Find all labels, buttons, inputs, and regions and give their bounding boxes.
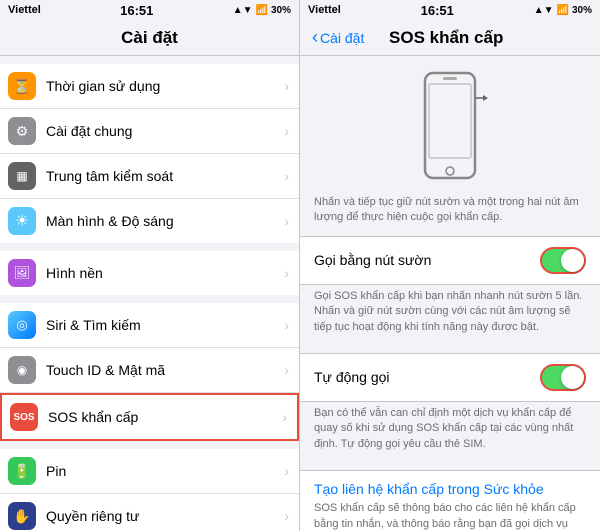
toggle-section-2: Tự động gọi <box>300 353 600 402</box>
toggle-row-1: Gọi bằng nút sườn <box>300 237 600 284</box>
carrier-left: Viettel <box>8 4 41 16</box>
battery-right: 30% <box>572 5 592 16</box>
item-wallpaper[interactable]: 🖼 Hình nền › <box>0 251 299 295</box>
section-gap-right-2 <box>300 462 600 470</box>
toggle-row-2: Tự động gọi <box>300 354 600 401</box>
control-center-icon: ▦ <box>8 162 36 190</box>
section-gap-4 <box>0 441 299 449</box>
item-privacy[interactable]: ✋ Quyền riêng tư › <box>0 494 299 531</box>
pin-icon: 🔋 <box>8 457 36 485</box>
right-page-title: SOS khẩn cấp <box>364 28 528 48</box>
right-panel: Viettel 16:51 ▲▼ 📶 30% ‹ Cài đặt SOS khẩ… <box>299 0 600 531</box>
battery-left: 30% <box>271 5 291 16</box>
toggle-section-1: Gọi bằng nút sườn <box>300 236 600 285</box>
toggle1-switch[interactable] <box>540 247 586 274</box>
carrier-right: Viettel <box>308 4 341 16</box>
chevron-icon: › <box>284 362 289 378</box>
section-1: ⏳ Thời gian sử dụng › ⚙ Cài đặt chung › … <box>0 64 299 243</box>
right-icons-right: ▲▼ 📶 30% <box>534 5 592 16</box>
display-icon: ☀ <box>8 207 36 235</box>
toggle2-desc: Bạn có thể vẫn can chỉ định một dịch vụ … <box>300 402 600 462</box>
chevron-icon: › <box>284 265 289 281</box>
left-panel: Viettel 16:51 ▲▼ 📶 30% Cài đặt ⏳ Thời gi… <box>0 0 299 531</box>
back-button[interactable]: ‹ Cài đặt <box>312 27 364 48</box>
section-gap-1 <box>0 56 299 64</box>
item-screen-time[interactable]: ⏳ Thời gian sử dụng › <box>0 64 299 109</box>
nav-bar-left: Cài đặt <box>0 20 299 56</box>
display-label: Màn hình & Độ sáng <box>46 213 284 229</box>
pin-label: Pin <box>46 463 284 479</box>
left-nav-title: Cài đặt <box>121 28 178 48</box>
item-touchid[interactable]: ◉ Touch ID & Mật mã › <box>0 348 299 393</box>
toggle2-switch[interactable] <box>540 364 586 391</box>
toggle1-desc: Gọi SOS khẩn cấp khi bạn nhấn nhanh nút … <box>300 285 600 345</box>
section-4: 🔋 Pin › ✋ Quyền riêng tư › <box>0 449 299 531</box>
touchid-icon: ◉ <box>8 356 36 384</box>
health-link-desc: SOS khẩn cấp sẽ thông báo cho các liên h… <box>314 501 586 531</box>
back-label: Cài đặt <box>320 30 364 46</box>
right-icons-left: ▲▼ 📶 30% <box>233 5 291 16</box>
health-link-title[interactable]: Tạo liên hệ khẩn cấp trong Sức khỏe <box>314 481 586 497</box>
item-control-center[interactable]: ▦ Trung tâm kiểm soát › <box>0 154 299 199</box>
control-center-label: Trung tâm kiểm soát <box>46 168 284 184</box>
status-bar-left: Viettel 16:51 ▲▼ 📶 30% <box>0 0 299 20</box>
time-left: 16:51 <box>120 3 153 18</box>
siri-icon: ◎ <box>8 311 36 339</box>
chevron-icon: › <box>284 78 289 94</box>
wifi-icon-right: 📶 <box>557 5 569 16</box>
chevron-icon: › <box>282 409 287 425</box>
siri-label: Siri & Tìm kiếm <box>46 317 284 333</box>
general-icon: ⚙ <box>8 117 36 145</box>
chevron-icon: › <box>284 317 289 333</box>
sos-icon: SOS <box>10 403 38 431</box>
phone-illustration <box>300 56 600 191</box>
general-label: Cài đặt chung <box>46 123 284 139</box>
item-display[interactable]: ☀ Màn hình & Độ sáng › <box>0 199 299 243</box>
signal-icon-right: ▲▼ <box>534 5 554 16</box>
wallpaper-label: Hình nền <box>46 265 284 281</box>
signal-icon: ▲▼ <box>233 5 253 16</box>
item-sos[interactable]: SOS SOS khẩn cấp › <box>0 393 299 441</box>
screen-time-icon: ⏳ <box>8 72 36 100</box>
wallpaper-icon: 🖼 <box>8 259 36 287</box>
chevron-icon: › <box>284 463 289 479</box>
toggle2-label: Tự động gọi <box>314 369 540 385</box>
time-right: 16:51 <box>421 3 454 18</box>
chevron-icon: › <box>284 508 289 524</box>
sos-label: SOS khẩn cấp <box>48 409 282 425</box>
section-2: 🖼 Hình nền › <box>0 251 299 295</box>
section-gap-2 <box>0 243 299 251</box>
health-link-section[interactable]: Tạo liên hệ khẩn cấp trong Sức khỏe SOS … <box>300 470 600 531</box>
chevron-icon: › <box>284 213 289 229</box>
privacy-label: Quyền riêng tư <box>46 508 284 524</box>
section-gap-right-1 <box>300 345 600 353</box>
nav-bar-right: ‹ Cài đặt SOS khẩn cấp <box>300 20 600 56</box>
toggle1-label: Gọi bằng nút sườn <box>314 252 540 268</box>
item-siri[interactable]: ◎ Siri & Tìm kiếm › <box>0 303 299 348</box>
settings-list: ⏳ Thời gian sử dụng › ⚙ Cài đặt chung › … <box>0 56 299 531</box>
right-content: Nhấn và tiếp tục giữ nút sườn và một tro… <box>300 56 600 531</box>
privacy-icon: ✋ <box>8 502 36 530</box>
section-3: ◎ Siri & Tìm kiếm › ◉ Touch ID & Mật mã … <box>0 303 299 441</box>
touchid-label: Touch ID & Mật mã <box>46 362 284 378</box>
chevron-icon: › <box>284 123 289 139</box>
wifi-icon: 📶 <box>256 5 268 16</box>
item-general[interactable]: ⚙ Cài đặt chung › <box>0 109 299 154</box>
item-pin[interactable]: 🔋 Pin › <box>0 449 299 494</box>
status-bar-right: Viettel 16:51 ▲▼ 📶 30% <box>300 0 600 20</box>
phone-svg <box>410 68 490 183</box>
phone-description: Nhấn và tiếp tục giữ nút sườn và một tro… <box>300 191 600 236</box>
screen-time-label: Thời gian sử dụng <box>46 78 284 94</box>
chevron-icon: › <box>284 168 289 184</box>
section-gap-3 <box>0 295 299 303</box>
back-chevron-icon: ‹ <box>312 27 318 48</box>
